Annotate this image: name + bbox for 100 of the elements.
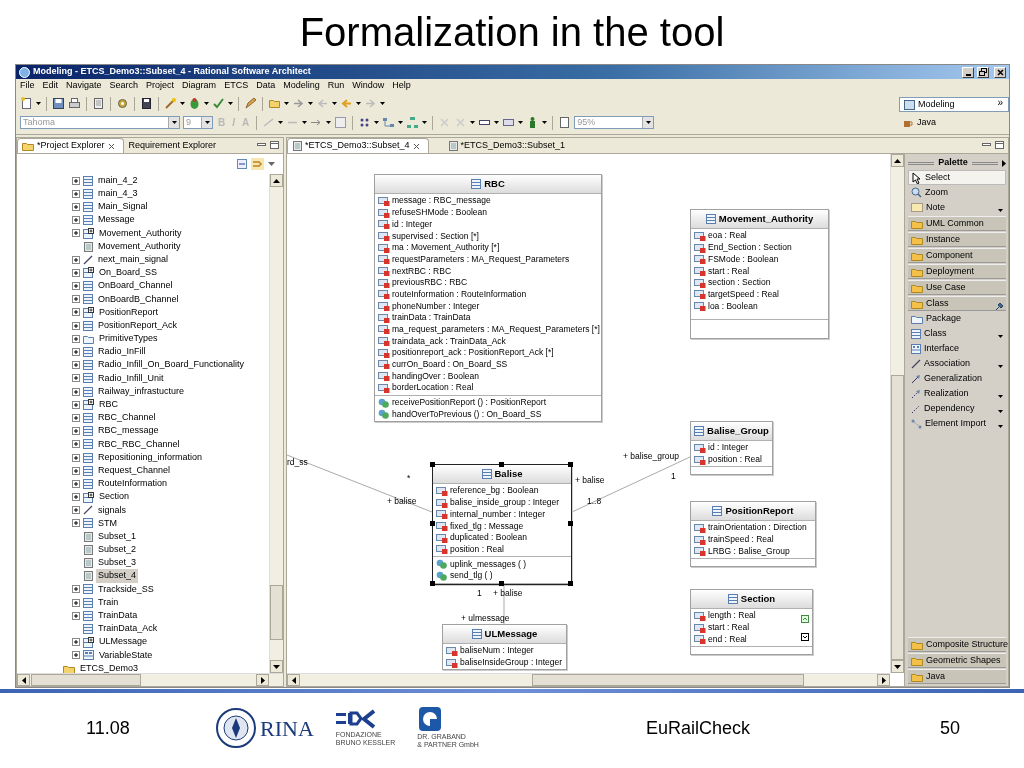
collapse-all-icon[interactable] <box>237 159 247 169</box>
scroll-down-button[interactable] <box>270 660 283 673</box>
menu-item[interactable]: Project <box>146 79 175 93</box>
tree-item[interactable]: Main_Signal <box>96 200 150 214</box>
tree-item[interactable]: RBC_Channel <box>96 411 158 425</box>
tree-item[interactable]: OnBoardB_Channel <box>96 292 181 307</box>
tree-item[interactable]: Request_Channel <box>96 463 173 478</box>
tree-item[interactable]: TrainData_Ack <box>96 622 160 636</box>
maximize-icon[interactable] <box>270 141 279 149</box>
menu-item[interactable]: Data <box>256 79 276 93</box>
menu-item[interactable]: File <box>20 79 35 93</box>
caret-icon[interactable] <box>998 209 1003 213</box>
palette-item[interactable]: Geometric Shapes <box>908 653 1006 668</box>
menu-item[interactable]: Modeling <box>283 79 320 93</box>
view-menu-icon[interactable] <box>268 161 275 167</box>
caret-icon[interactable] <box>998 410 1003 414</box>
expand-toggle[interactable] <box>72 506 80 515</box>
tree-item[interactable]: Train <box>96 595 121 610</box>
palette-item[interactable]: Dependency <box>908 401 1006 416</box>
tree-item[interactable]: RBC_RBC_Channel <box>96 437 182 452</box>
scroll-down-icon[interactable] <box>801 633 809 642</box>
resize-handle[interactable] <box>430 462 435 467</box>
palette-item[interactable]: Instance <box>908 232 1006 247</box>
menu-item[interactable]: Navigate <box>66 79 102 93</box>
expand-toggle[interactable] <box>72 427 80 436</box>
rectangle-icon[interactable] <box>502 116 516 129</box>
palette-item[interactable]: Package <box>908 311 1006 326</box>
tree-item[interactable]: STM <box>96 516 119 531</box>
class-box[interactable]: ULMessage baliseNum : Integer baliseInsideGroup : Integer <box>442 624 567 671</box>
tree-item[interactable]: main_4_2 <box>96 174 140 188</box>
tree-item[interactable]: TrainData <box>96 609 140 623</box>
tree-item[interactable]: Subset_2 <box>96 543 139 557</box>
caret-icon[interactable] <box>998 335 1003 339</box>
class-box[interactable]: Movement_Authority eoa : Real End_Section : Section FSMode : Boolean start : Real section : Section targetSpeed : Real loa : Boolean <box>690 209 829 339</box>
expand-toggle[interactable] <box>72 321 80 330</box>
menu-item[interactable]: Search <box>109 79 139 93</box>
tree-item[interactable]: On_Board_SS <box>97 266 160 280</box>
resize-handle[interactable] <box>499 580 504 586</box>
association-line[interactable] <box>503 583 505 625</box>
tree-item[interactable]: Subset_4 <box>96 569 139 583</box>
palette-item[interactable]: Association <box>908 356 1006 371</box>
tree-item[interactable]: Radio_Infill_On_Board_Functionality <box>96 358 247 372</box>
menu-item[interactable]: Diagram <box>182 79 217 93</box>
class-box[interactable]: Balise reference_bg : Boolean balise_inside_group : Integer internal_number : Integer fixed_tlg : Message duplicated : Boolean position : Real uplink_messages ( ) send_tlg ( ) <box>432 464 572 585</box>
expand-toggle[interactable] <box>72 585 80 594</box>
more-button[interactable]: » <box>997 95 1003 110</box>
expand-toggle[interactable] <box>72 611 80 620</box>
folder-icon[interactable] <box>268 97 281 110</box>
palette-item[interactable]: Component <box>908 248 1006 263</box>
expand-toggle[interactable] <box>72 400 80 409</box>
class-box[interactable]: Section length : Real start : Real end : Real <box>690 589 813 656</box>
palette-item[interactable]: Class <box>908 296 1006 311</box>
scroll-up-button[interactable] <box>270 174 283 187</box>
palette-item[interactable]: Java <box>908 669 1006 684</box>
palette-item[interactable]: Note <box>908 200 1006 215</box>
expand-toggle[interactable] <box>72 308 80 317</box>
tree-item[interactable]: signals <box>96 503 128 518</box>
scroll-thumb[interactable] <box>31 674 141 686</box>
resize-handle[interactable] <box>430 580 435 586</box>
maximize-button[interactable] <box>977 66 989 78</box>
page-icon[interactable] <box>20 97 33 110</box>
scroll-thumb[interactable] <box>532 674 804 686</box>
expand-toggle[interactable] <box>72 387 80 396</box>
expand-toggle[interactable] <box>72 374 80 383</box>
resize-handle[interactable] <box>430 521 435 527</box>
tree-item[interactable]: OnBoard_Channel <box>96 279 175 293</box>
resize-handle[interactable] <box>568 580 573 586</box>
pencil-icon[interactable] <box>244 97 257 110</box>
close-icon[interactable] <box>412 142 420 150</box>
tree-item[interactable]: Railway_infrastucture <box>96 384 187 399</box>
tree-item[interactable]: next_main_signal <box>96 252 171 267</box>
perspective-button[interactable]: Java <box>899 115 1009 130</box>
tree-item[interactable]: main_4_3 <box>96 187 140 201</box>
menu-item[interactable]: ETCS <box>224 79 249 93</box>
tree-item[interactable]: PositionReport <box>97 305 161 320</box>
expand-toggle[interactable] <box>72 493 80 502</box>
expand-toggle[interactable] <box>72 255 80 264</box>
expand-toggle[interactable] <box>72 189 80 198</box>
tree-item[interactable]: ETCS_Demo3 <box>78 661 141 673</box>
check-icon[interactable] <box>212 97 225 110</box>
menu-item[interactable]: Edit <box>42 79 59 93</box>
tree-item[interactable]: Movement_Authority <box>96 239 183 254</box>
expand-toggle[interactable] <box>72 413 80 422</box>
expand-toggle[interactable] <box>72 651 80 660</box>
palette-item[interactable]: Realization <box>908 386 1006 401</box>
palette-item[interactable]: Generalization <box>908 371 1006 386</box>
resize-handle[interactable] <box>568 462 573 467</box>
expand-toggle[interactable] <box>72 598 80 607</box>
palette-item[interactable]: Select <box>908 170 1006 185</box>
caret-icon[interactable] <box>998 395 1003 399</box>
expand-toggle[interactable] <box>72 440 80 449</box>
scroll-left-button[interactable] <box>17 674 30 686</box>
tree-item[interactable]: Movement_Authority <box>97 226 184 241</box>
palette-item[interactable]: Use Case <box>908 280 1006 295</box>
printer-icon[interactable] <box>68 97 81 110</box>
tree-item[interactable]: RBC <box>97 398 120 412</box>
nodes-icon[interactable] <box>382 116 396 129</box>
scroll-thumb[interactable] <box>270 585 283 640</box>
caret-icon[interactable] <box>998 365 1003 369</box>
tree-item[interactable]: Radio_InFill <box>96 345 148 359</box>
